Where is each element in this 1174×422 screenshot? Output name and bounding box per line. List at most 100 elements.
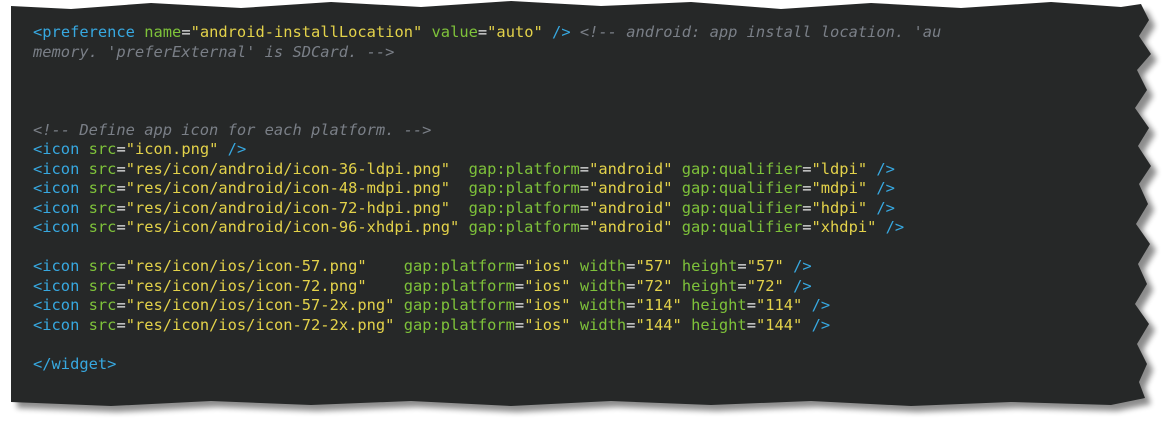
code-editor: <preference name="android-installLocatio… bbox=[11, 1, 1151, 406]
code-line: <icon src="res/icon/android/icon-96-xhdp… bbox=[33, 218, 941, 238]
code-token-string: "ios" bbox=[524, 276, 571, 295]
code-token-attr: width bbox=[579, 257, 627, 275]
code-token-string: "72" bbox=[746, 276, 784, 295]
code-token-plain: = bbox=[116, 140, 126, 158]
code-token-plain: = bbox=[802, 198, 812, 217]
code-token-plain: = bbox=[579, 198, 590, 217]
code-token-string: "hdpi" bbox=[811, 198, 868, 217]
code-line: <icon src="icon.png" /> bbox=[33, 140, 941, 160]
code-token-tag: <icon bbox=[33, 296, 80, 314]
code-token-attr: gap:qualifier bbox=[681, 198, 803, 217]
code-token-attr: gap:platform bbox=[468, 159, 580, 178]
code-token-comment: memory. 'preferExternal' is SDCard. --> bbox=[33, 42, 395, 61]
code-token-attr: height bbox=[691, 296, 747, 314]
code-token-string: "android" bbox=[589, 179, 673, 197]
code-token-tag: <icon bbox=[33, 140, 80, 158]
code-line: <icon src="res/icon/android/icon-36-ldpi… bbox=[33, 160, 941, 180]
code-token-comment: <!-- Define app icon for each platform. … bbox=[33, 120, 432, 139]
code-token-attr: src bbox=[88, 140, 117, 158]
code-token-string: "android" bbox=[589, 198, 673, 217]
code-token-tag: /> bbox=[811, 315, 831, 334]
code-token-string: "android-installLocation" bbox=[190, 23, 423, 41]
code-token-tag: /> bbox=[552, 23, 571, 41]
screenshot-clipping: <preference name="android-installLocatio… bbox=[0, 0, 1174, 422]
code-token-plain: = bbox=[116, 179, 126, 197]
code-token-string: "144" bbox=[635, 315, 682, 334]
code-token-plain: = bbox=[737, 276, 747, 295]
code-token-attr: name bbox=[144, 23, 182, 41]
code-token-attr: gap:platform bbox=[468, 198, 580, 217]
code-token-attr: gap:qualifier bbox=[681, 179, 803, 197]
code-token-attr: width bbox=[579, 296, 627, 314]
code-token-plain: = bbox=[116, 218, 126, 236]
code-token-string: "ios" bbox=[524, 257, 571, 275]
code-token-plain: = bbox=[181, 23, 191, 41]
code-token-attr: src bbox=[88, 218, 117, 236]
code-token-tag: /> bbox=[793, 276, 812, 295]
code-token-string: "res/icon/ios/icon-57.png" bbox=[125, 257, 367, 275]
code-token-string: "mdpi" bbox=[811, 179, 868, 197]
code-token-attr: src bbox=[88, 276, 117, 295]
code-token-string: "ios" bbox=[524, 296, 571, 314]
code-token-string: "res/icon/android/icon-48-mdpi.png" bbox=[125, 179, 451, 197]
code-token-attr: src bbox=[88, 198, 117, 217]
code-token-tag: /> bbox=[227, 140, 247, 158]
code-token-string: "res/icon/android/icon-36-ldpi.png" bbox=[125, 159, 451, 178]
code-token-plain: = bbox=[514, 315, 525, 334]
code-line: <icon src="res/icon/ios/icon-57-2x.png" … bbox=[33, 296, 941, 316]
code-token-plain: = bbox=[579, 159, 590, 178]
code-token-attr: width bbox=[579, 276, 627, 295]
code-token-string: "res/icon/android/icon-72-hdpi.png" bbox=[125, 198, 451, 217]
code-token-tag: preference bbox=[42, 23, 135, 41]
code-token-attr: gap:platform bbox=[403, 315, 515, 334]
code-token-plain: = bbox=[477, 23, 488, 41]
code-token-attr: gap:platform bbox=[403, 276, 515, 295]
code-token-attr: height bbox=[681, 257, 738, 275]
code-token-plain: = bbox=[116, 296, 126, 314]
code-line: <icon src="res/icon/ios/icon-57.png" gap… bbox=[33, 257, 941, 277]
code-token-attr: height bbox=[681, 276, 738, 295]
code-token-tag: <icon bbox=[33, 218, 80, 236]
code-token-attr: src bbox=[88, 315, 117, 334]
code-token-string: "57" bbox=[635, 257, 673, 275]
code-token-attr: gap:platform bbox=[468, 218, 580, 236]
code-token-tag: <icon bbox=[33, 159, 80, 178]
code-token-attr: gap:platform bbox=[403, 257, 515, 275]
code-token-string: "android" bbox=[589, 218, 673, 236]
code-token-plain: = bbox=[802, 179, 812, 197]
code-token-string: "114" bbox=[755, 296, 803, 314]
code-token-comment: <!-- android: app install location. 'au bbox=[579, 23, 942, 41]
code-token-plain: = bbox=[746, 296, 756, 314]
